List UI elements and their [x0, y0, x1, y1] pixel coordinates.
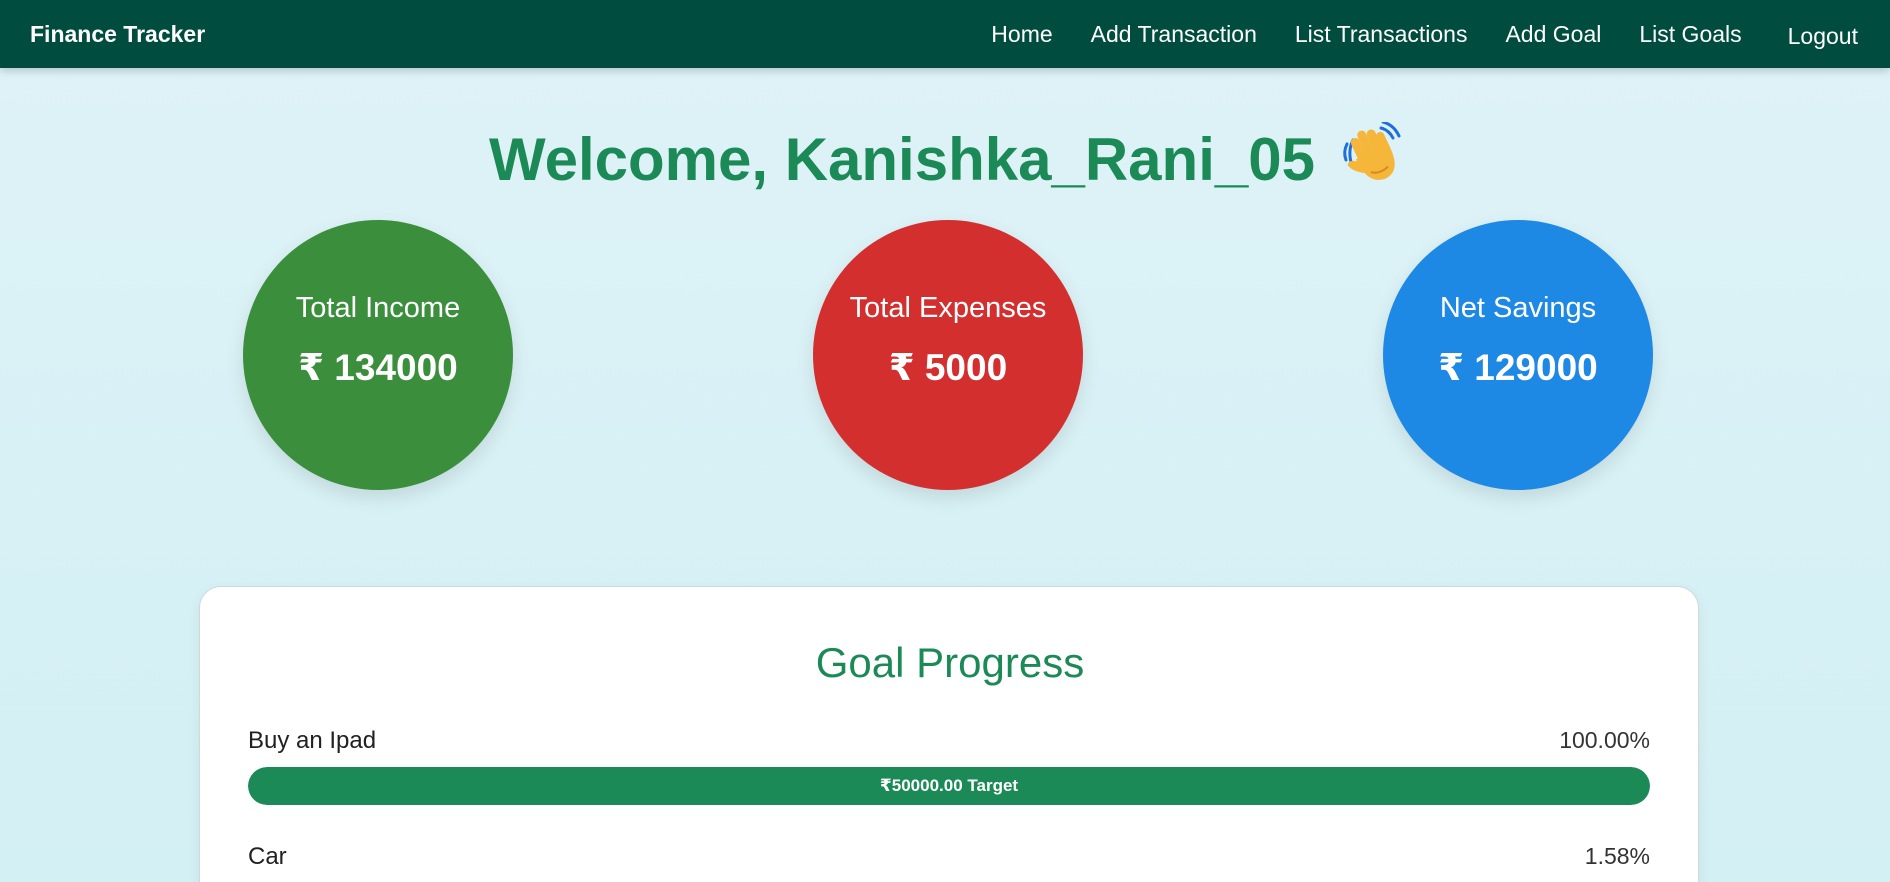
net-savings-label: Net Savings — [1439, 292, 1597, 324]
welcome-text: Welcome, Kanishka_Rani_05 — [489, 126, 1315, 193]
net-savings-value: ₹ 129000 — [1438, 347, 1598, 388]
goal-progress-bar: ₹50000.00 Target — [248, 767, 1650, 805]
nav-list-transactions[interactable]: List Transactions — [1295, 21, 1468, 48]
nav-home[interactable]: Home — [991, 21, 1052, 48]
net-savings-card: Net Savings ₹ 129000 — [1383, 220, 1653, 490]
logout-link[interactable]: Logout — [1788, 23, 1858, 50]
goal-percentage: 100.00% — [1559, 727, 1650, 753]
total-expenses-label: Total Expenses — [849, 292, 1047, 324]
nav-add-transaction[interactable]: Add Transaction — [1091, 21, 1257, 48]
goal-target-label: ₹50000.00 Target — [879, 776, 1019, 795]
top-navbar: Finance Tracker Home Add Transaction Lis… — [0, 0, 1890, 68]
nav-list-goals[interactable]: List Goals — [1639, 21, 1741, 48]
goal-percentage: 1.58% — [1584, 843, 1650, 869]
nav-add-goal[interactable]: Add Goal — [1505, 21, 1601, 48]
total-income-value: ₹ 134000 — [298, 347, 458, 388]
total-expenses-card: Total Expenses ₹ 5000 — [813, 220, 1083, 490]
welcome-heading: Welcome, Kanishka_Rani_05 — [0, 120, 1890, 194]
total-expenses-value: ₹ 5000 — [888, 347, 1008, 388]
app-brand[interactable]: Finance Tracker — [30, 21, 205, 48]
goal-name: Car — [248, 843, 287, 870]
total-income-label: Total Income — [295, 292, 461, 324]
waving-hand-icon — [1337, 120, 1401, 186]
goal-progress-card: Goal Progress Buy an Ipad 100.00% ₹50000… — [199, 586, 1699, 882]
total-income-card: Total Income ₹ 134000 — [243, 220, 513, 490]
goal-progress-title: Goal Progress — [815, 639, 1085, 686]
goal-name: Buy an Ipad — [248, 727, 377, 754]
nav-links: Home Add Transaction List Transactions A… — [953, 0, 1858, 68]
